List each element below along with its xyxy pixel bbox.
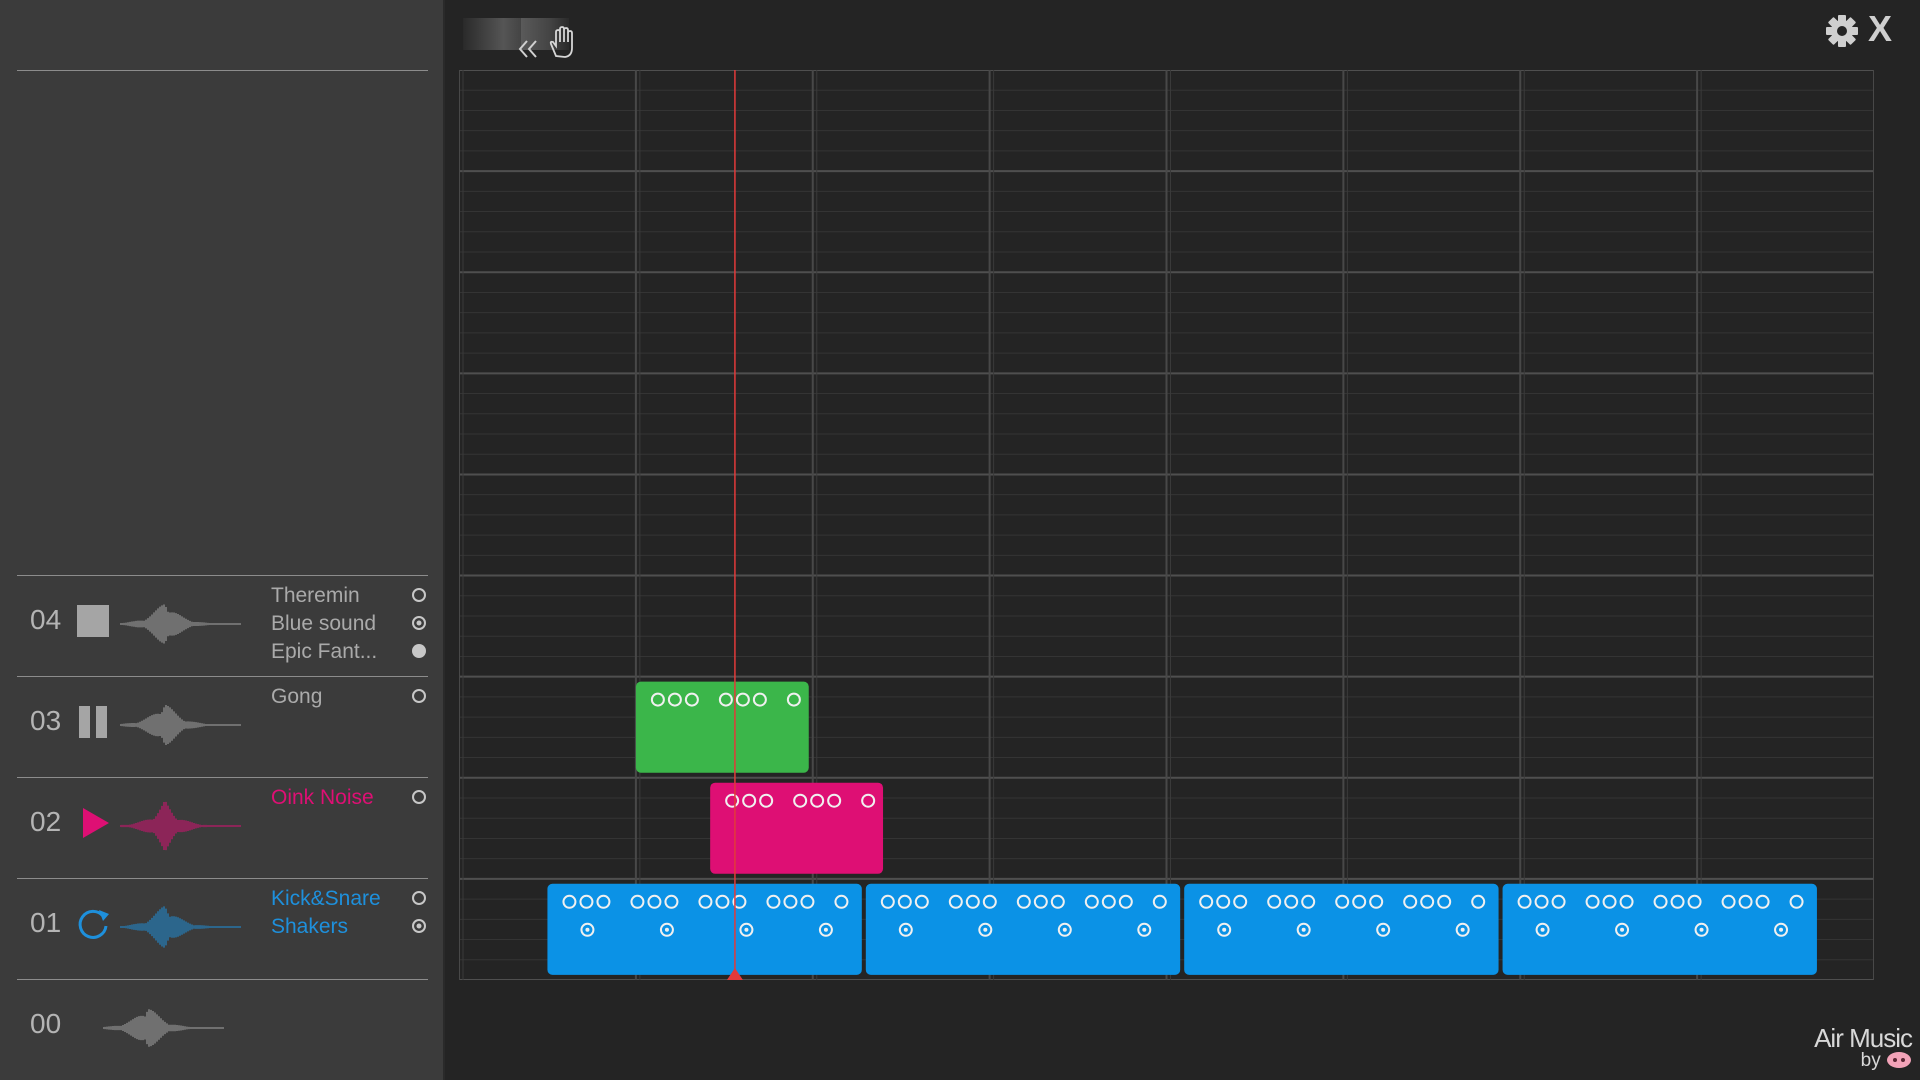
instrument-item[interactable]: Theremin (271, 583, 436, 611)
loop-icon[interactable] (75, 906, 111, 942)
sidebar-divider (17, 70, 428, 71)
waveform (120, 705, 241, 745)
instrument-list: Kick&Snare Shakers (271, 886, 436, 942)
radio-target-icon[interactable] (411, 615, 427, 631)
waveform (120, 604, 241, 644)
track-01: 01 Kick&Snare Shakers (0, 879, 445, 979)
clip[interactable] (865, 883, 1181, 975)
radio-target-icon[interactable] (411, 918, 427, 934)
logo: Air Music by (1814, 1023, 1913, 1072)
instrument-item[interactable]: Kick&Snare (271, 886, 436, 914)
track-03: 03 Gong (0, 677, 445, 777)
sequencer-grid[interactable] (459, 70, 1874, 980)
note-dot (903, 927, 908, 932)
waveform (120, 906, 241, 948)
radio-filled-icon[interactable] (411, 643, 427, 659)
collapse-icon[interactable] (517, 38, 541, 60)
radio-empty-icon[interactable] (411, 890, 427, 906)
clip-block[interactable] (547, 883, 862, 975)
track-number: 04 (30, 604, 62, 635)
waveform (120, 801, 241, 851)
gear-icon[interactable] (1825, 14, 1859, 48)
pig-icon (1887, 1052, 1911, 1068)
note-dot (744, 927, 749, 932)
track-04: 04 Theremin Blue sound Epic Fant... (0, 576, 445, 676)
clip-block[interactable] (1502, 883, 1817, 975)
track-00: 00 (0, 980, 445, 1080)
instrument-list: Oink Noise (271, 785, 436, 813)
waveform (103, 1009, 224, 1047)
radio-empty-icon[interactable] (411, 688, 427, 704)
clip[interactable] (1184, 883, 1499, 975)
play-icon[interactable] (75, 805, 111, 841)
hand-icon[interactable] (547, 26, 577, 60)
logo-by-text: by (1860, 1050, 1881, 1071)
close-icon[interactable]: X (1868, 8, 1892, 50)
instrument-label: Blue sound (271, 612, 377, 635)
track-number: 01 (30, 907, 62, 938)
instrument-label: Epic Fant... (271, 640, 378, 663)
toolbar-button[interactable] (463, 18, 521, 50)
note-dot (1620, 927, 1625, 932)
track-02: 02 Oink Noise (0, 778, 445, 878)
instrument-label: Theremin (271, 584, 360, 607)
stop-icon[interactable] (75, 603, 111, 639)
clip-block[interactable] (865, 883, 1181, 975)
instrument-item[interactable]: Epic Fant... (271, 639, 436, 667)
note-dot (983, 927, 988, 932)
note-dot (823, 927, 828, 932)
clip[interactable] (1502, 883, 1817, 975)
radio-empty-icon[interactable] (411, 587, 427, 603)
instrument-item[interactable]: Oink Noise (271, 785, 436, 813)
instrument-item[interactable]: Gong (271, 684, 436, 712)
timeline-area: X Air Music by (445, 0, 1920, 1080)
note-dot (1301, 927, 1306, 932)
clip[interactable] (547, 883, 862, 975)
note-dot (1381, 927, 1386, 932)
instrument-label: Gong (271, 685, 323, 708)
instrument-label: Oink Noise (271, 786, 374, 809)
clip[interactable] (635, 681, 809, 773)
note-dot (1779, 927, 1784, 932)
note-dot (1699, 927, 1704, 932)
note-dot (1540, 927, 1545, 932)
pause-icon[interactable] (75, 704, 111, 740)
note-dot (585, 927, 590, 932)
note-dot (664, 927, 669, 932)
clip[interactable] (710, 782, 884, 874)
instrument-list: Theremin Blue sound Epic Fant... (271, 583, 436, 667)
instrument-label: Shakers (271, 915, 349, 938)
note-dot (1222, 927, 1227, 932)
instrument-list: Gong (271, 684, 436, 712)
track-number: 03 (30, 705, 62, 736)
note-dot (1460, 927, 1465, 932)
track-number: 00 (30, 1008, 62, 1039)
instrument-item[interactable]: Blue sound (271, 611, 436, 639)
instrument-label: Kick&Snare (271, 887, 381, 910)
clip-block[interactable] (1184, 883, 1499, 975)
instrument-item[interactable]: Shakers (271, 914, 436, 942)
track-sidebar: 04 Theremin Blue sound Epic Fant... 03 G… (0, 0, 445, 1080)
radio-empty-icon[interactable] (411, 789, 427, 805)
note-dot (1142, 927, 1147, 932)
track-number: 02 (30, 806, 62, 837)
note-dot (1062, 927, 1067, 932)
